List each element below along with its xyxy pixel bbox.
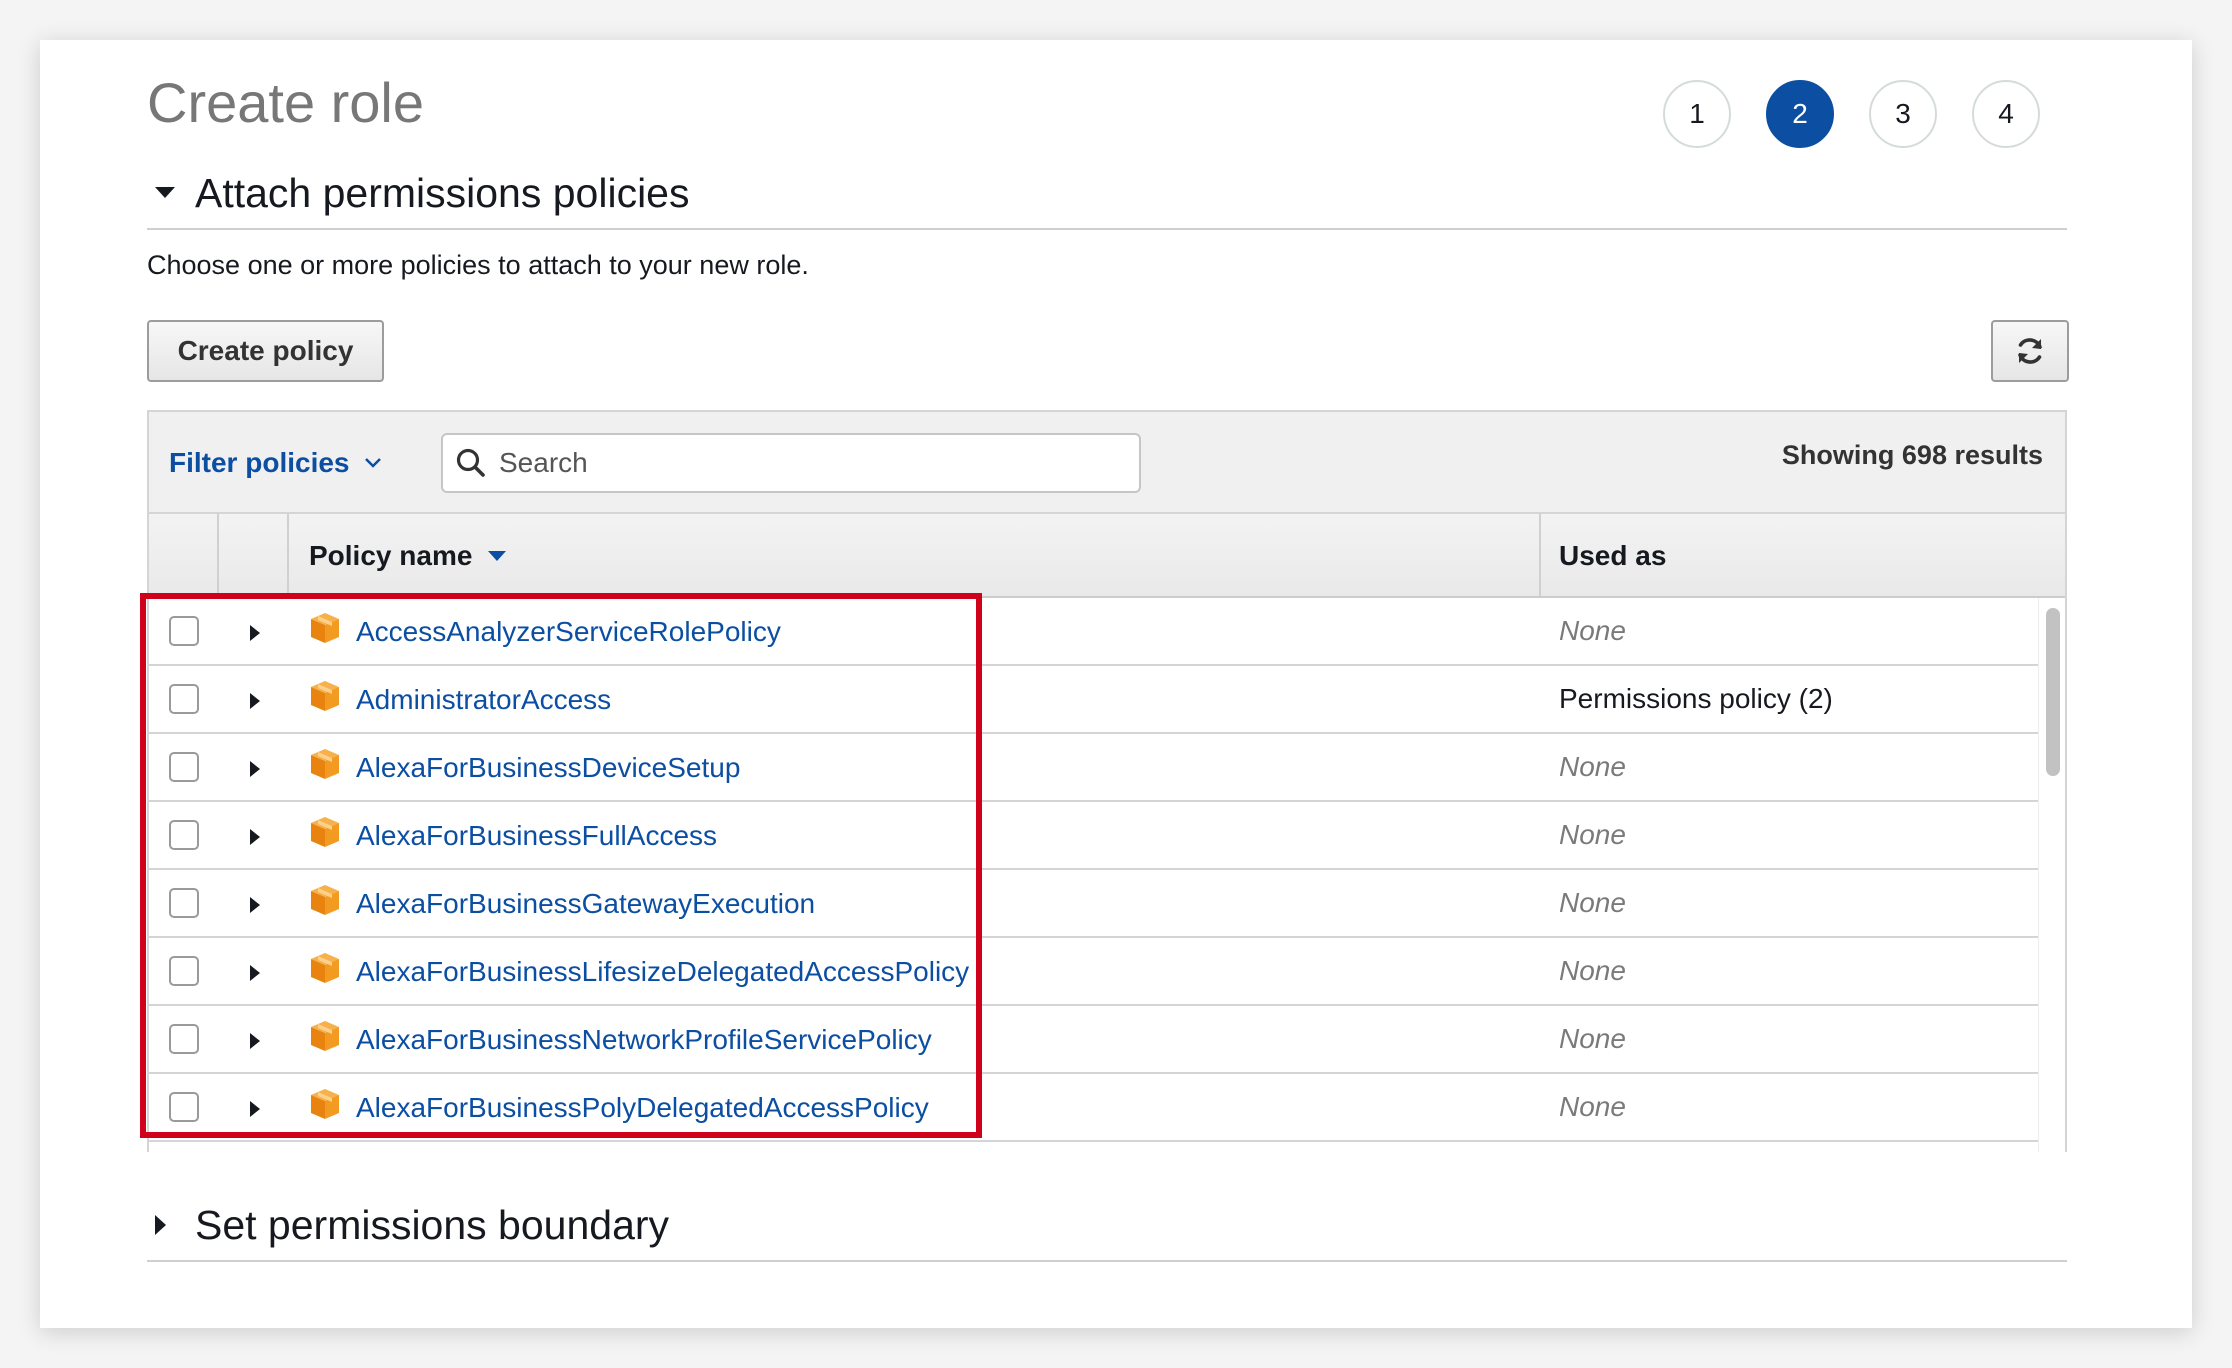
step-3[interactable]: 3 [1869,80,1937,148]
row-checkbox[interactable] [169,820,199,850]
row-checkbox[interactable] [169,1092,199,1122]
column-divider [1539,514,1541,596]
search-input[interactable] [497,446,1121,480]
scrollbar-thumb[interactable] [2046,608,2060,776]
table-body: AccessAnalyzerServiceRolePolicy None Admin… [149,598,2043,1142]
policy-name-link[interactable]: AlexaForBusinessNetworkProfileServicePol… [356,1024,932,1056]
policy-name-link[interactable]: AlexaForBusinessFullAccess [356,820,717,852]
policy-name-link[interactable]: AccessAnalyzerServiceRolePolicy [356,616,781,648]
policy-cube-icon [307,950,343,986]
step-1[interactable]: 1 [1663,80,1731,148]
filter-policies-label: Filter policies [169,447,350,478]
used-as-value: None [1559,955,1626,986]
row-checkbox[interactable] [169,956,199,986]
table-row: AdministratorAccess Permissions policy (2… [149,666,2043,734]
policy-name-link[interactable]: AlexaForBusinessPolyDelegatedAccessPolic… [356,1092,929,1124]
policy-cube-icon [307,814,343,850]
policies-table: Filter policies Showing 698 results Poli… [147,410,2067,1152]
row-checkbox[interactable] [169,684,199,714]
policy-name-link[interactable]: AlexaForBusinessDeviceSetup [356,752,740,784]
policy-cube-icon [307,678,343,714]
used-as-value: None [1559,819,1626,850]
attach-policies-section-header[interactable]: Attach permissions policies [147,158,2067,230]
column-divider [287,514,289,596]
expand-row-icon[interactable] [249,621,269,645]
column-header-policy-name-label: Policy name [309,540,473,571]
expand-row-icon[interactable] [249,825,269,849]
sort-desc-icon [488,550,507,562]
column-header-policy-name[interactable]: Policy name [309,540,507,572]
expand-row-icon[interactable] [249,757,269,781]
step-4[interactable]: 4 [1972,80,2040,148]
filter-policies-dropdown[interactable]: Filter policies [169,447,382,479]
policy-cube-icon [307,1086,343,1122]
used-as-value: Permissions policy (2) [1559,683,1833,714]
search-box [441,433,1141,493]
table-row: AlexaForBusinessLifesizeDelegatedAccessP… [149,938,2043,1006]
create-policy-button[interactable]: Create policy [147,320,384,382]
expand-row-icon[interactable] [249,961,269,985]
chevron-down-icon [364,457,382,469]
policy-name-link[interactable]: AlexaForBusinessLifesizeDelegatedAccessP… [356,956,969,988]
used-as-value: None [1559,751,1626,782]
caret-down-icon [147,187,195,199]
policy-cube-icon [307,610,343,646]
table-row: AlexaForBusinessFullAccess None [149,802,2043,870]
row-checkbox[interactable] [169,1024,199,1054]
expand-row-icon[interactable] [249,893,269,917]
expand-row-icon[interactable] [249,1029,269,1053]
wizard-steps: 1 2 3 4 [1663,80,2040,148]
table-row: AlexaForBusinessNetworkProfileServicePol… [149,1006,2043,1074]
column-header-used-as: Used as [1559,540,1667,571]
attach-policies-title: Attach permissions policies [195,169,690,216]
row-checkbox[interactable] [169,752,199,782]
caret-right-icon [147,1215,195,1235]
refresh-button[interactable] [1991,320,2069,382]
row-checkbox[interactable] [169,616,199,646]
used-as-value: None [1559,1091,1626,1122]
policy-name-link[interactable]: AdministratorAccess [356,684,611,716]
used-as-value: None [1559,1023,1626,1054]
table-row: AlexaForBusinessDeviceSetup None [149,734,2043,802]
page-title: Create role [147,71,425,134]
search-icon [455,447,487,479]
permissions-boundary-section-header[interactable]: Set permissions boundary [147,1190,2067,1262]
table-scrollbar[interactable] [2038,598,2065,1152]
results-count: Showing 698 results [1781,440,2043,470]
attach-policies-description: Choose one or more policies to attach to… [147,250,809,280]
policy-name-link[interactable]: AlexaForBusinessGatewayExecution [356,888,815,920]
column-divider [217,514,219,596]
used-as-value: None [1559,615,1626,646]
table-row: AlexaForBusinessPolyDelegatedAccessPolic… [149,1074,2043,1142]
refresh-icon [2014,335,2046,367]
policy-cube-icon [307,1018,343,1054]
row-checkbox[interactable] [169,888,199,918]
table-header: Policy name Used as [149,514,2065,598]
policy-cube-icon [307,882,343,918]
table-row: AccessAnalyzerServiceRolePolicy None [149,598,2043,666]
step-2-active[interactable]: 2 [1766,80,1834,148]
table-toolbar: Filter policies Showing 698 results [149,412,2065,514]
table-row: AlexaForBusinessGatewayExecution None [149,870,2043,938]
expand-row-icon[interactable] [249,689,269,713]
used-as-value: None [1559,887,1626,918]
policy-cube-icon [307,746,343,782]
expand-row-icon[interactable] [249,1097,269,1121]
permissions-boundary-title: Set permissions boundary [195,1201,670,1248]
